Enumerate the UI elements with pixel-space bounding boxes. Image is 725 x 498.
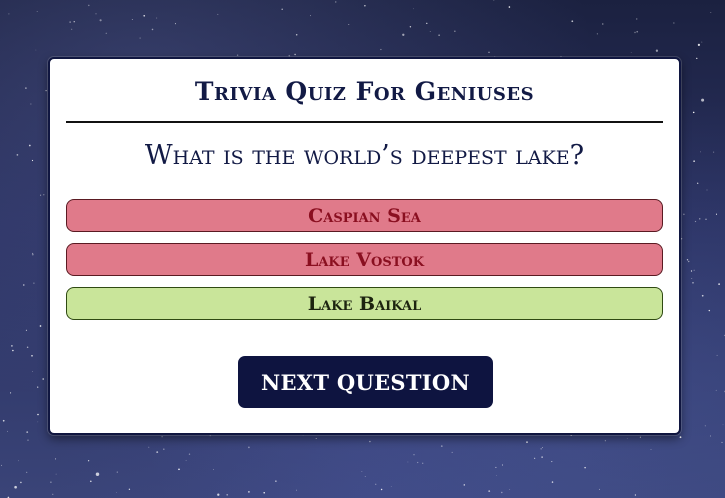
answer-label: Lake Baikal [307,292,422,315]
answer-option-lake-baikal[interactable]: Lake Baikal [66,287,663,320]
answer-label: Caspian Sea [308,204,421,227]
question-text: What is the world’s deepest lake? [144,140,585,171]
answer-option-caspian-sea[interactable]: Caspian Sea [66,199,663,232]
quiz-title: Trivia Quiz For Geniuses [194,77,535,106]
title-divider [66,121,663,123]
answer-option-lake-vostok[interactable]: Lake Vostok [66,243,663,276]
answer-label: Lake Vostok [304,248,425,271]
next-question-button[interactable]: NEXT QUESTION [238,356,493,408]
quiz-card: Trivia Quiz For Geniuses What is the wor… [48,57,681,435]
answer-list: Caspian Sea Lake Vostok Lake Baikal [66,199,663,331]
